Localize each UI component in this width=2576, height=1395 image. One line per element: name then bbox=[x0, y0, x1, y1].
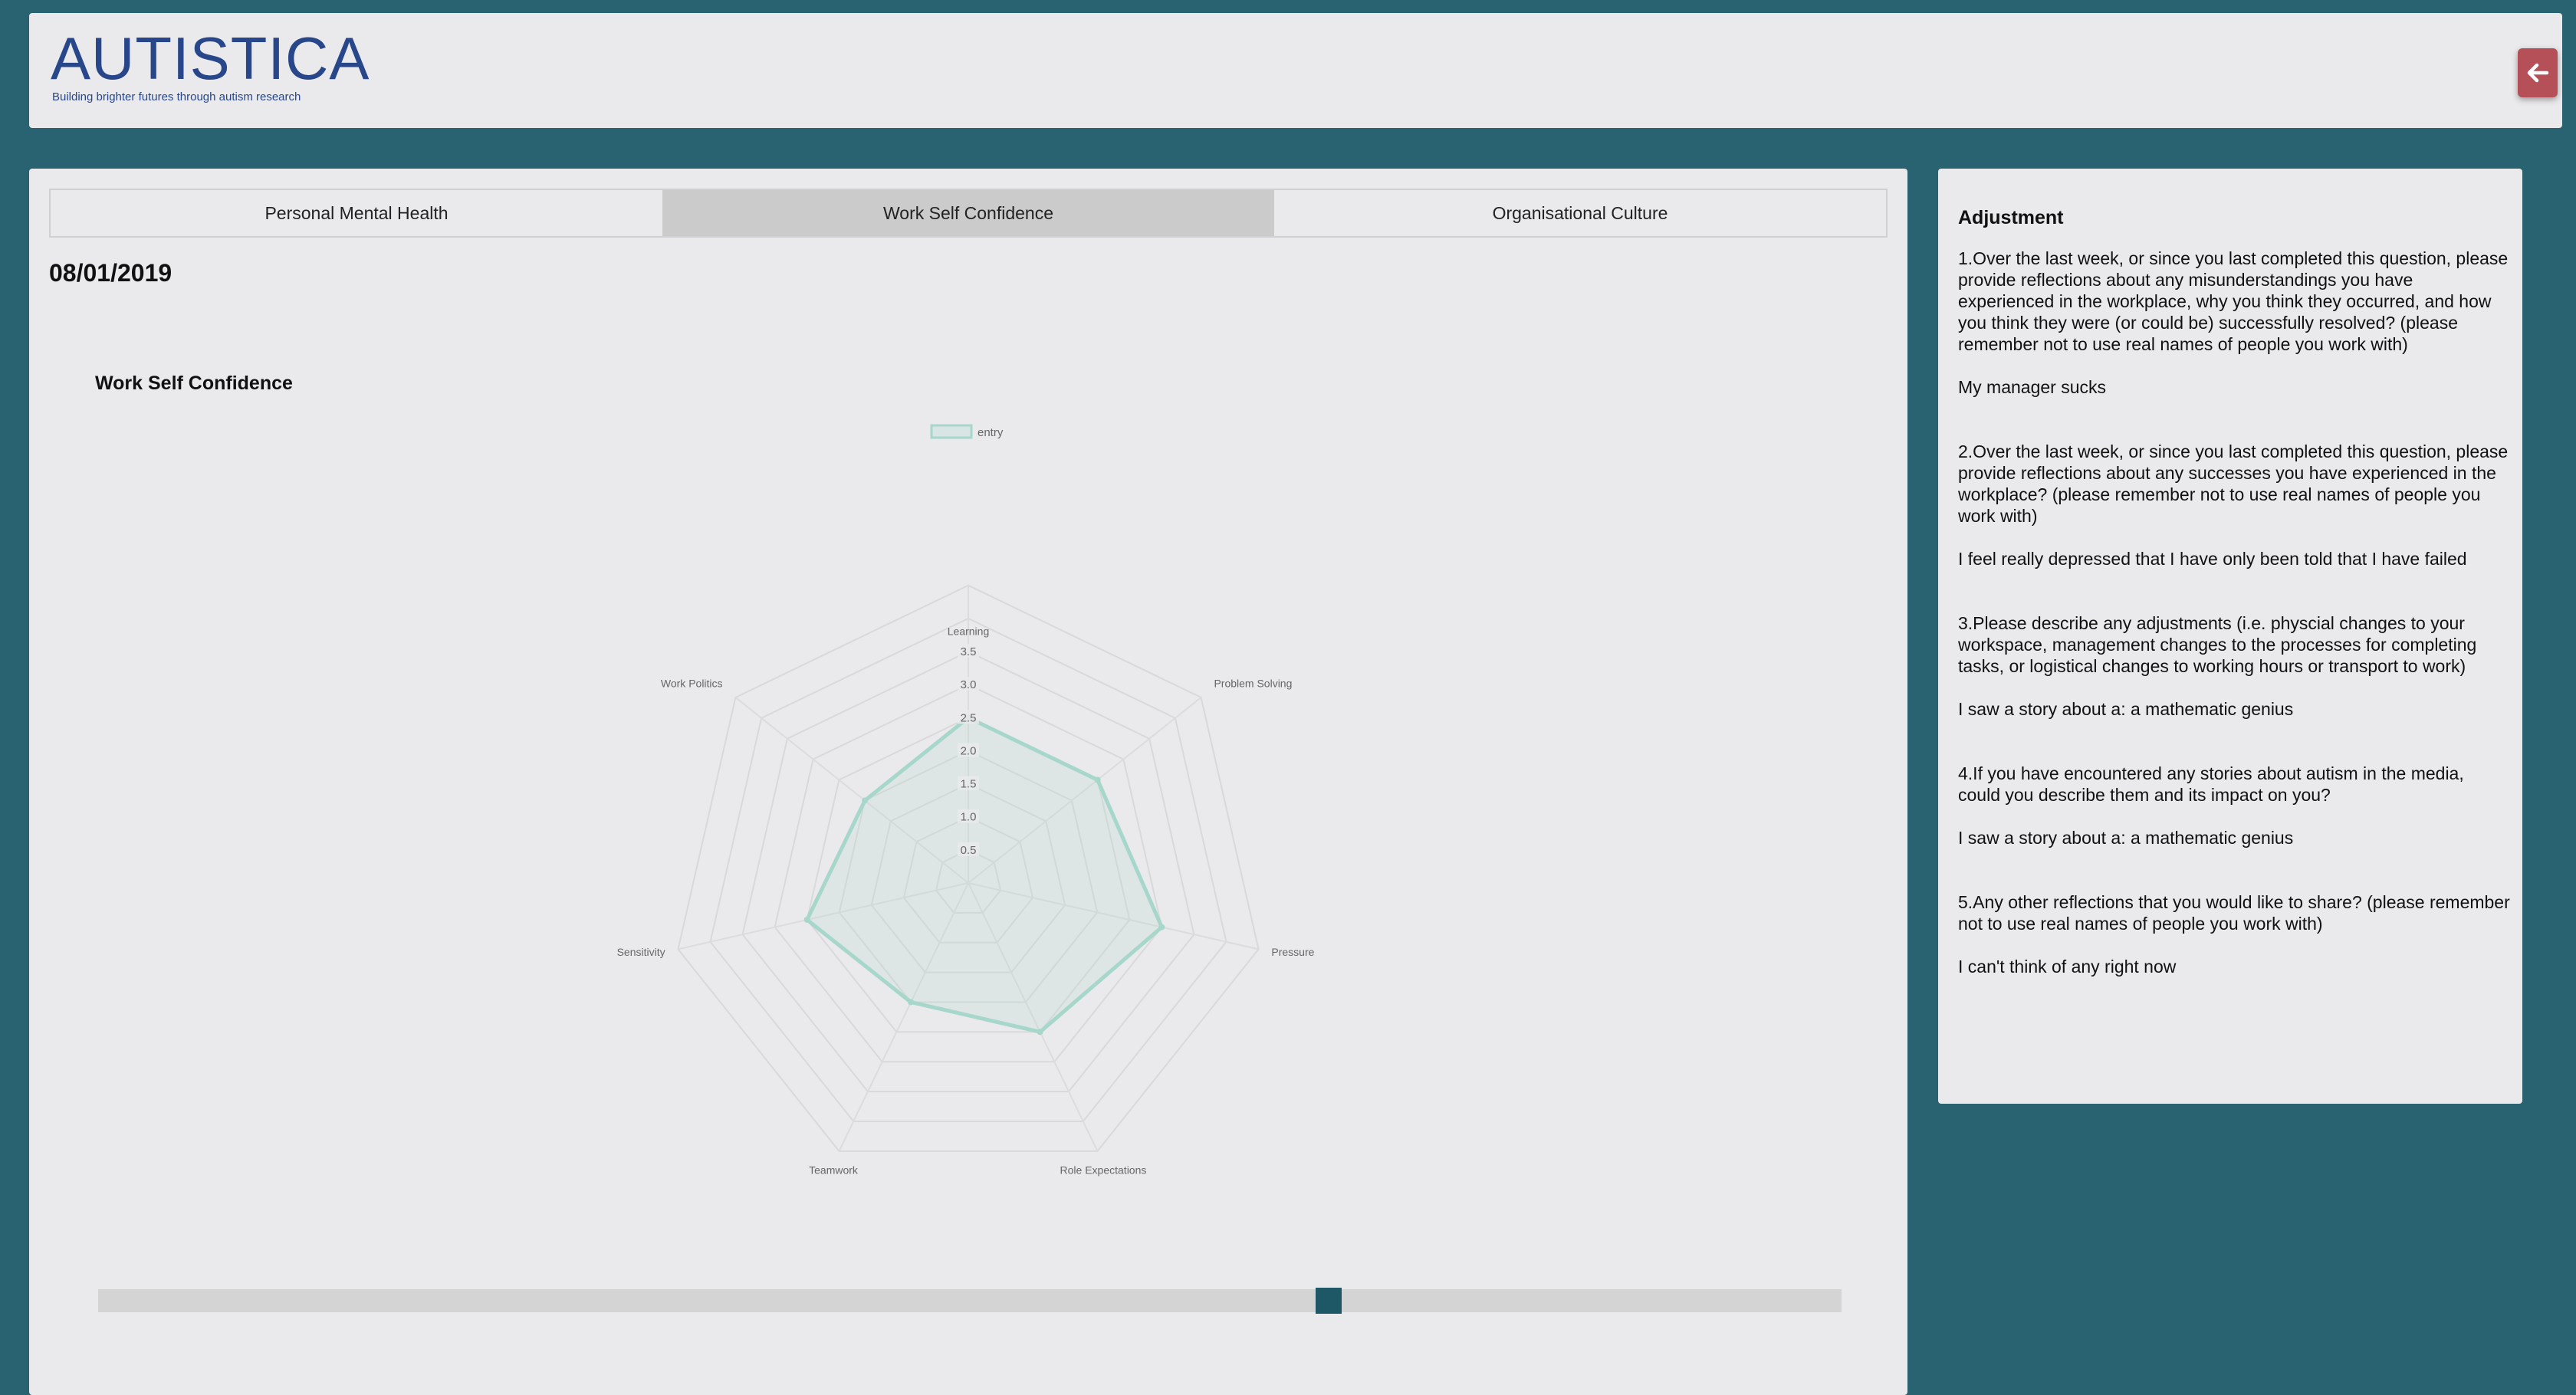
radar-tick-label: 1.5 bbox=[961, 778, 977, 791]
radar-tick-label: 2.5 bbox=[961, 711, 977, 724]
radar-category-label: Work Politics bbox=[661, 677, 723, 689]
autistica-logo: AUTISTICA bbox=[51, 25, 370, 92]
legend-swatch bbox=[930, 424, 973, 439]
adjustment-item: 3.Please describe any adjustments (i.e. … bbox=[1958, 612, 2510, 720]
radar-tick-label: 0.5 bbox=[961, 844, 977, 857]
back-button[interactable] bbox=[2518, 48, 2558, 97]
adjustment-item: 1.Over the last week, or since you last … bbox=[1958, 248, 2510, 398]
radar-category-label: Teamwork bbox=[809, 1164, 859, 1176]
radar-category-label: Learning bbox=[948, 625, 990, 637]
radar-category-label: Problem Solving bbox=[1214, 677, 1292, 689]
adjustment-item: 2.Over the last week, or since you last … bbox=[1958, 441, 2510, 569]
adjustment-answer: I saw a story about a: a mathematic geni… bbox=[1958, 699, 2294, 719]
adjustment-item: 5.Any other reflections that you would l… bbox=[1958, 891, 2510, 977]
radar-data-point bbox=[1037, 1029, 1043, 1036]
radar-data-point bbox=[1158, 924, 1165, 931]
timeline-slider-track[interactable] bbox=[98, 1289, 1842, 1312]
radar-tick-label: 3.5 bbox=[961, 645, 977, 658]
radar-tick-label: 1.0 bbox=[961, 811, 977, 824]
radar-data-point bbox=[862, 797, 869, 804]
adjustment-answer: I feel really depressed that I have only… bbox=[1958, 549, 2467, 569]
adjustment-question: 4.If you have encountered any stories ab… bbox=[1958, 763, 2464, 805]
arrow-left-icon bbox=[2527, 63, 2549, 83]
adjustment-question: 3.Please describe any adjustments (i.e. … bbox=[1958, 613, 2477, 676]
radar-chart: 0.5 1.0 1.5 2.0 2.5 3.0 3.5 Learning Problem Sol… bbox=[617, 424, 1315, 1176]
adjustment-panel: Adjustment 1.Over the last week, or sinc… bbox=[1938, 169, 2522, 1104]
adjustment-answer: I saw a story about a: a mathematic geni… bbox=[1958, 828, 2294, 848]
app-header: AUTISTICA Building brighter futures thro… bbox=[29, 13, 2562, 128]
radar-category-label: Sensitivity bbox=[617, 946, 665, 958]
radar-tick-label: 3.0 bbox=[961, 678, 977, 691]
legend-label: entry bbox=[978, 426, 1004, 439]
radar-data-point bbox=[803, 917, 810, 924]
adjustment-answer: I can't think of any right now bbox=[1958, 957, 2177, 977]
radar-category-label: Pressure bbox=[1271, 946, 1314, 958]
radar-tick-label: 2.0 bbox=[961, 744, 977, 757]
adjustment-answer: My manager sucks bbox=[1958, 377, 2107, 397]
adjustment-question: 1.Over the last week, or since you last … bbox=[1958, 248, 2509, 354]
radar-data-point bbox=[908, 999, 915, 1006]
radar-category-label: Role Expectations bbox=[1060, 1164, 1147, 1176]
radar-data-point bbox=[1094, 776, 1101, 783]
adjustment-question: 5.Any other reflections that you would l… bbox=[1958, 892, 2510, 934]
logo-tagline: Building brighter futures through autism… bbox=[52, 90, 301, 103]
radar-series-entry bbox=[805, 715, 1164, 1034]
main-panel: Personal Mental Health Work Self Confide… bbox=[29, 169, 1907, 1395]
adjustment-question: 2.Over the last week, or since you last … bbox=[1958, 441, 2509, 526]
adjustment-title: Adjustment bbox=[1958, 207, 2064, 228]
adjustment-item: 4.If you have encountered any stories ab… bbox=[1958, 763, 2510, 848]
timeline-slider-thumb[interactable] bbox=[1316, 1288, 1342, 1314]
